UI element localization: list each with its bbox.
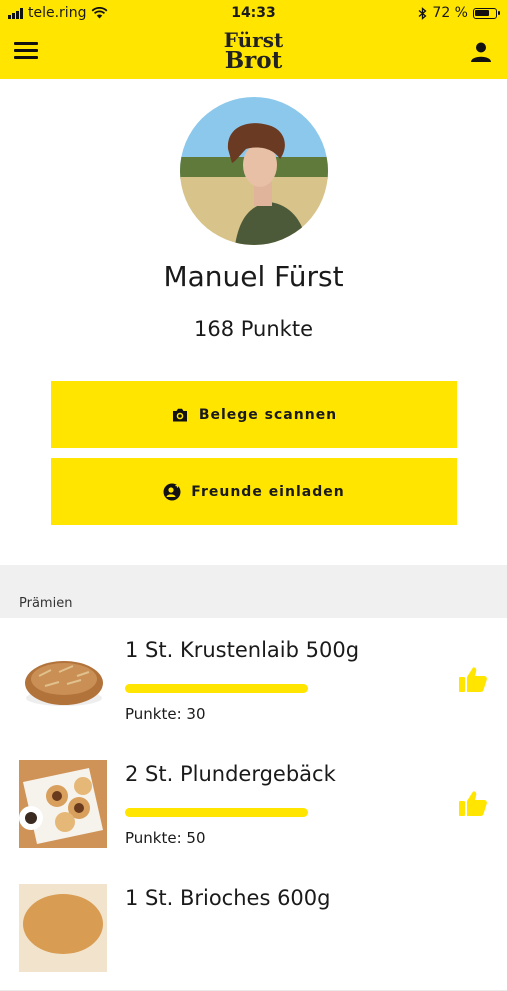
profile-name: Manuel Fürst <box>163 260 344 293</box>
reward-progress-bar <box>125 684 308 693</box>
avatar-photo <box>180 97 328 245</box>
user-icon <box>471 42 491 62</box>
reward-points: Punkte: 30 <box>125 705 206 723</box>
profile-button[interactable] <box>469 40 493 64</box>
reward-points: Punkte: 50 <box>125 829 206 847</box>
app-header: tele.ring 14:33 72 % Fürst Brot <box>0 0 507 79</box>
thumbs-up-icon <box>459 791 487 816</box>
reward-item[interactable]: 1 St. Brioches 600g <box>0 866 507 991</box>
reward-title: 1 St. Brioches 600g <box>125 886 331 910</box>
scan-receipts-button[interactable]: Belege scannen <box>51 381 457 448</box>
add-friend-icon <box>163 483 181 500</box>
thumbs-up-icon <box>459 667 487 692</box>
reward-progress-bar <box>125 808 308 817</box>
scan-receipts-label: Belege scannen <box>198 406 338 423</box>
reward-image-pastry <box>19 760 107 848</box>
reward-image-brioche <box>19 884 107 972</box>
profile-points: 168 Punkte <box>194 317 313 341</box>
camera-icon <box>172 408 187 421</box>
like-button[interactable] <box>459 790 488 817</box>
like-button[interactable] <box>459 666 488 693</box>
rewards-section-header: Prämien <box>0 565 507 618</box>
avatar <box>180 97 328 245</box>
reward-title: 1 St. Krustenlaib 500g <box>125 638 360 662</box>
logo-line-2: Brot <box>224 47 283 74</box>
rewards-section-title: Prämien <box>19 596 73 611</box>
battery-icon <box>473 7 500 19</box>
invite-friends-button[interactable]: Freunde einladen <box>51 458 457 525</box>
status-bar: tele.ring 14:33 72 % <box>0 0 507 28</box>
reward-image-bread <box>19 636 107 724</box>
reward-item[interactable]: 1 St. Krustenlaib 500g Punkte: 30 <box>0 618 507 743</box>
reward-title: 2 St. Plundergebäck <box>125 762 336 786</box>
brand-logo: Fürst Brot <box>0 30 507 74</box>
status-right: 72 % <box>418 5 500 21</box>
battery-percent: 72 % <box>432 5 468 21</box>
bluetooth-icon <box>419 6 427 20</box>
reward-item[interactable]: 2 St. Plundergebäck Punkte: 50 <box>0 742 507 867</box>
invite-friends-label: Freunde einladen <box>191 483 345 500</box>
